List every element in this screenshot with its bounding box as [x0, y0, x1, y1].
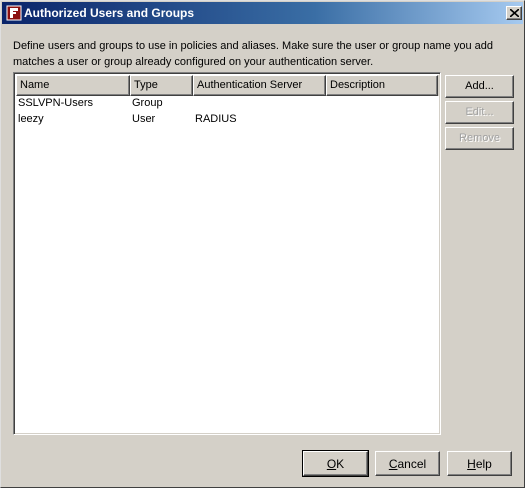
row-type: User [132, 113, 156, 125]
window-title: Authorized Users and Groups [24, 6, 195, 20]
app-icon [6, 5, 22, 21]
list-header: Name Type Authentication Server Descript… [16, 75, 440, 96]
close-button[interactable] [506, 6, 522, 20]
close-icon [510, 9, 519, 17]
ok-button[interactable]: OK [302, 450, 369, 477]
column-header-auth-server[interactable]: Authentication Server [193, 75, 326, 96]
row-name: SSLVPN-Users [18, 97, 93, 109]
table-row[interactable]: SSLVPN-Users Group [16, 96, 440, 112]
table-row[interactable]: leezy User RADIUS [16, 112, 440, 128]
column-header-description[interactable]: Description [326, 75, 438, 96]
title-bar[interactable]: Authorized Users and Groups [2, 2, 523, 24]
users-groups-list[interactable]: Name Type Authentication Server Descript… [13, 72, 441, 435]
column-header-name[interactable]: Name [16, 75, 130, 96]
remove-button-label: Remove [459, 132, 500, 144]
edit-button-label: Edit... [465, 106, 494, 118]
row-name: leezy [18, 113, 44, 125]
description-line-2: matches a user or group already configur… [13, 56, 374, 68]
column-header-type[interactable]: Type [130, 75, 193, 96]
description-text: Define users and groups to use in polici… [13, 38, 513, 70]
row-type: Group [132, 97, 163, 109]
help-label-rest: elp [475, 457, 492, 471]
description-line-1: Define users and groups to use in polici… [13, 40, 494, 52]
ok-button-label: OK [304, 457, 367, 471]
ok-mnemonic: O [326, 457, 337, 471]
ok-label-rest: K [336, 457, 345, 471]
cancel-button[interactable]: Cancel [375, 451, 440, 476]
dialog-window: Authorized Users and Groups Define users… [0, 0, 525, 488]
help-mnemonic: H [467, 457, 476, 471]
row-auth-server: RADIUS [195, 113, 237, 125]
cancel-label-rest: ancel [397, 457, 427, 471]
help-button[interactable]: Help [447, 451, 512, 476]
add-button[interactable]: Add... [445, 75, 514, 98]
help-button-label: Help [448, 457, 511, 471]
add-button-label: Add... [465, 80, 494, 92]
cancel-button-label: Cancel [376, 457, 439, 471]
remove-button[interactable]: Remove [445, 127, 514, 150]
edit-button[interactable]: Edit... [445, 101, 514, 124]
